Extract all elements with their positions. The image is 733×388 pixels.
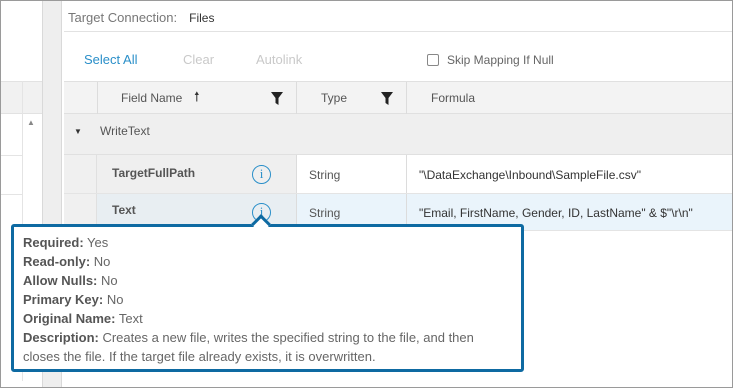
tooltip-original-name: Original Name: Text bbox=[23, 309, 512, 328]
column-divider bbox=[296, 155, 297, 193]
target-connection-label: Target Connection: bbox=[68, 10, 178, 25]
filter-icon[interactable] bbox=[271, 92, 283, 105]
field-formula[interactable]: "\DataExchange\Inbound\SampleFile.csv" bbox=[419, 168, 641, 182]
tooltip-key: Allow Nulls: bbox=[23, 273, 98, 288]
field-type: String bbox=[309, 168, 341, 182]
column-header-field-name[interactable]: Field Name bbox=[121, 91, 182, 105]
column-header-formula[interactable]: Formula bbox=[431, 91, 475, 105]
target-connection-underline bbox=[64, 31, 732, 32]
tooltip-key: Read-only: bbox=[23, 254, 91, 269]
skip-mapping-toggle[interactable]: Skip Mapping If Null bbox=[427, 53, 554, 67]
table-row[interactable]: TargetFullPath i String "\DataExchange\I… bbox=[64, 155, 732, 194]
group-row[interactable]: ▼ WriteText bbox=[64, 114, 732, 155]
tooltip-key: Primary Key: bbox=[23, 292, 104, 307]
row-indent bbox=[64, 155, 97, 193]
field-name: TargetFullPath bbox=[112, 166, 196, 180]
info-icon[interactable]: i bbox=[252, 165, 271, 184]
tooltip-value: Yes bbox=[83, 235, 109, 250]
skip-mapping-checkbox[interactable] bbox=[427, 54, 439, 66]
target-connection: Target Connection: Files bbox=[68, 10, 214, 25]
tooltip-key: Required: bbox=[23, 235, 84, 250]
column-divider bbox=[97, 82, 98, 115]
tooltip-key: Original Name: bbox=[23, 311, 116, 326]
field-info-tooltip: Required: Yes Read-only: No Allow Nulls:… bbox=[11, 224, 524, 372]
tooltip-primary-key: Primary Key: No bbox=[23, 290, 512, 309]
left-panel-row-line bbox=[1, 155, 22, 156]
field-type: String bbox=[309, 206, 341, 220]
arrow-up-icon[interactable]: 🠕 bbox=[194, 88, 200, 110]
left-panel-row-line bbox=[1, 194, 22, 195]
autolink-button[interactable]: Autolink bbox=[256, 52, 302, 67]
field-formula[interactable]: "Email, FirstName, Gender, ID, LastName"… bbox=[419, 206, 693, 220]
tooltip-allow-nulls: Allow Nulls: No bbox=[23, 271, 512, 290]
grid-header: Field Name 🠕 Type Formula bbox=[64, 81, 732, 115]
column-divider bbox=[406, 82, 407, 115]
filter-icon[interactable] bbox=[381, 92, 393, 105]
tooltip-value: No bbox=[103, 292, 124, 307]
field-name: Text bbox=[112, 203, 136, 217]
column-header-type[interactable]: Type bbox=[321, 91, 347, 105]
skip-mapping-label: Skip Mapping If Null bbox=[447, 53, 554, 67]
tooltip-description: Description: Creates a new file, writes … bbox=[23, 328, 512, 366]
column-divider bbox=[296, 82, 297, 115]
tooltip-readonly: Read-only: No bbox=[23, 252, 512, 271]
tooltip-value: Text bbox=[115, 311, 143, 326]
caret-down-icon[interactable]: ▼ bbox=[74, 127, 82, 136]
target-connection-value: Files bbox=[189, 11, 215, 25]
scroll-up-icon[interactable]: ▲ bbox=[26, 118, 36, 128]
group-label: WriteText bbox=[100, 124, 150, 138]
tooltip-required: Required: Yes bbox=[23, 233, 512, 252]
select-all-button[interactable]: Select All bbox=[84, 52, 137, 67]
tooltip-value: No bbox=[97, 273, 118, 288]
tooltip-key: Description: bbox=[23, 330, 99, 345]
column-divider bbox=[406, 155, 407, 193]
tooltip-value: No bbox=[90, 254, 111, 269]
clear-button[interactable]: Clear bbox=[183, 52, 214, 67]
